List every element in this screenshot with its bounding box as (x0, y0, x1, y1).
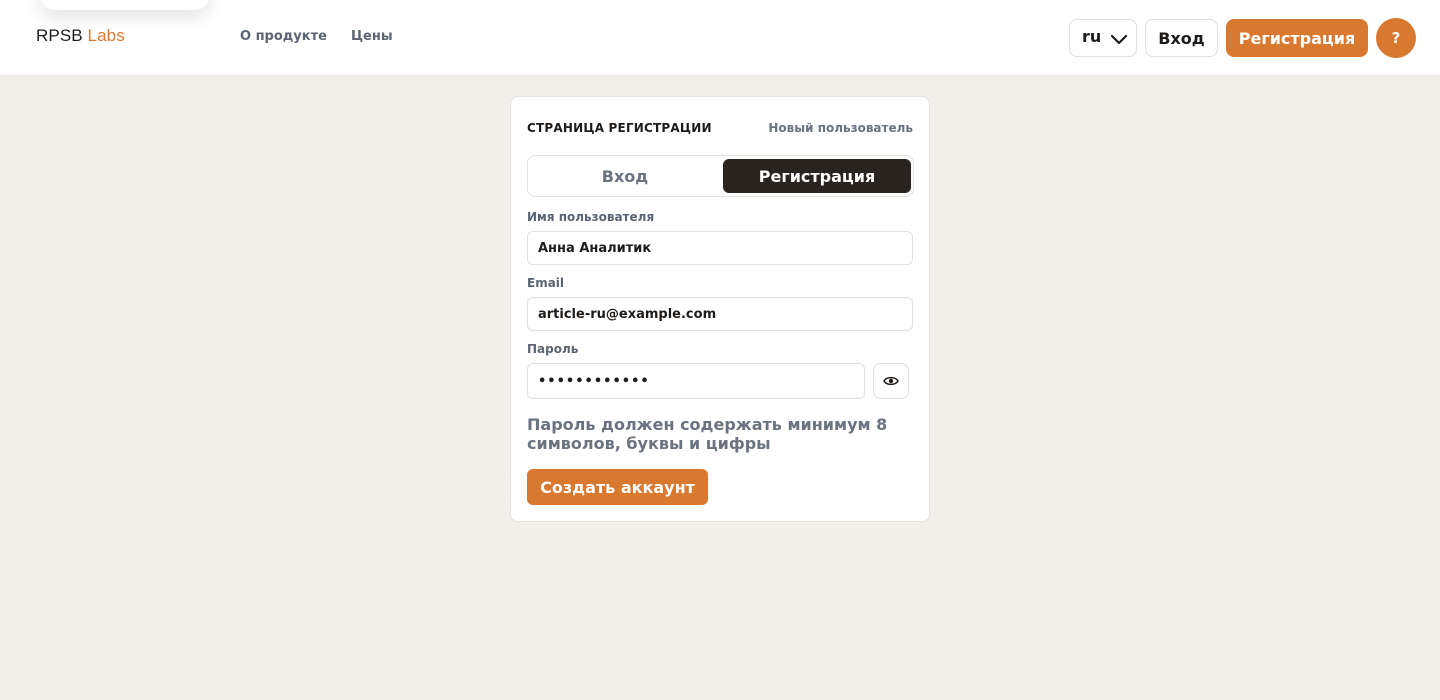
top-header: RPSB Labs О продукте Цены ru Вход Регист… (0, 0, 1440, 76)
eye-icon (883, 376, 899, 386)
tab-login[interactable]: Вход (531, 159, 719, 193)
language-select[interactable]: ru (1069, 19, 1137, 57)
chevron-down-icon (1110, 34, 1128, 45)
nav-link-pricing[interactable]: Цены (351, 29, 393, 44)
registration-card: СТРАНИЦА РЕГИСТРАЦИИ Новый пользователь … (510, 96, 930, 522)
username-label: Имя пользователя (527, 210, 655, 224)
help-button[interactable]: ? (1376, 18, 1416, 58)
password-label: Пароль (527, 342, 579, 356)
header-login-button[interactable]: Вход (1145, 19, 1218, 57)
tab-register[interactable]: Регистрация (723, 159, 911, 193)
password-input[interactable]: •••••••••••• (527, 363, 865, 399)
password-toggle-button[interactable] (873, 363, 909, 399)
username-input[interactable]: Анна Аналитик (527, 231, 913, 265)
brand-name-part2: Labs (87, 26, 125, 45)
brand-logo[interactable]: RPSB Labs (36, 26, 125, 46)
brand-name-part1: RPSB (36, 26, 83, 45)
create-account-button[interactable]: Создать аккаунт (527, 469, 708, 505)
nav-link-product[interactable]: О продукте (240, 29, 327, 44)
language-value: ru (1082, 26, 1102, 46)
card-subtitle: Новый пользователь (768, 121, 913, 135)
email-input[interactable]: article-ru@example.com (527, 297, 913, 331)
password-hint: Пароль должен содержать минимум 8 символ… (527, 415, 888, 453)
header-register-button[interactable]: Регистрация (1226, 19, 1368, 57)
logo-shadow (40, 0, 210, 10)
auth-tabs: Вход Регистрация (527, 155, 914, 197)
card-title: СТРАНИЦА РЕГИСТРАЦИИ (527, 121, 712, 135)
email-label: Email (527, 276, 565, 290)
main-nav: О продукте Цены (240, 29, 393, 44)
